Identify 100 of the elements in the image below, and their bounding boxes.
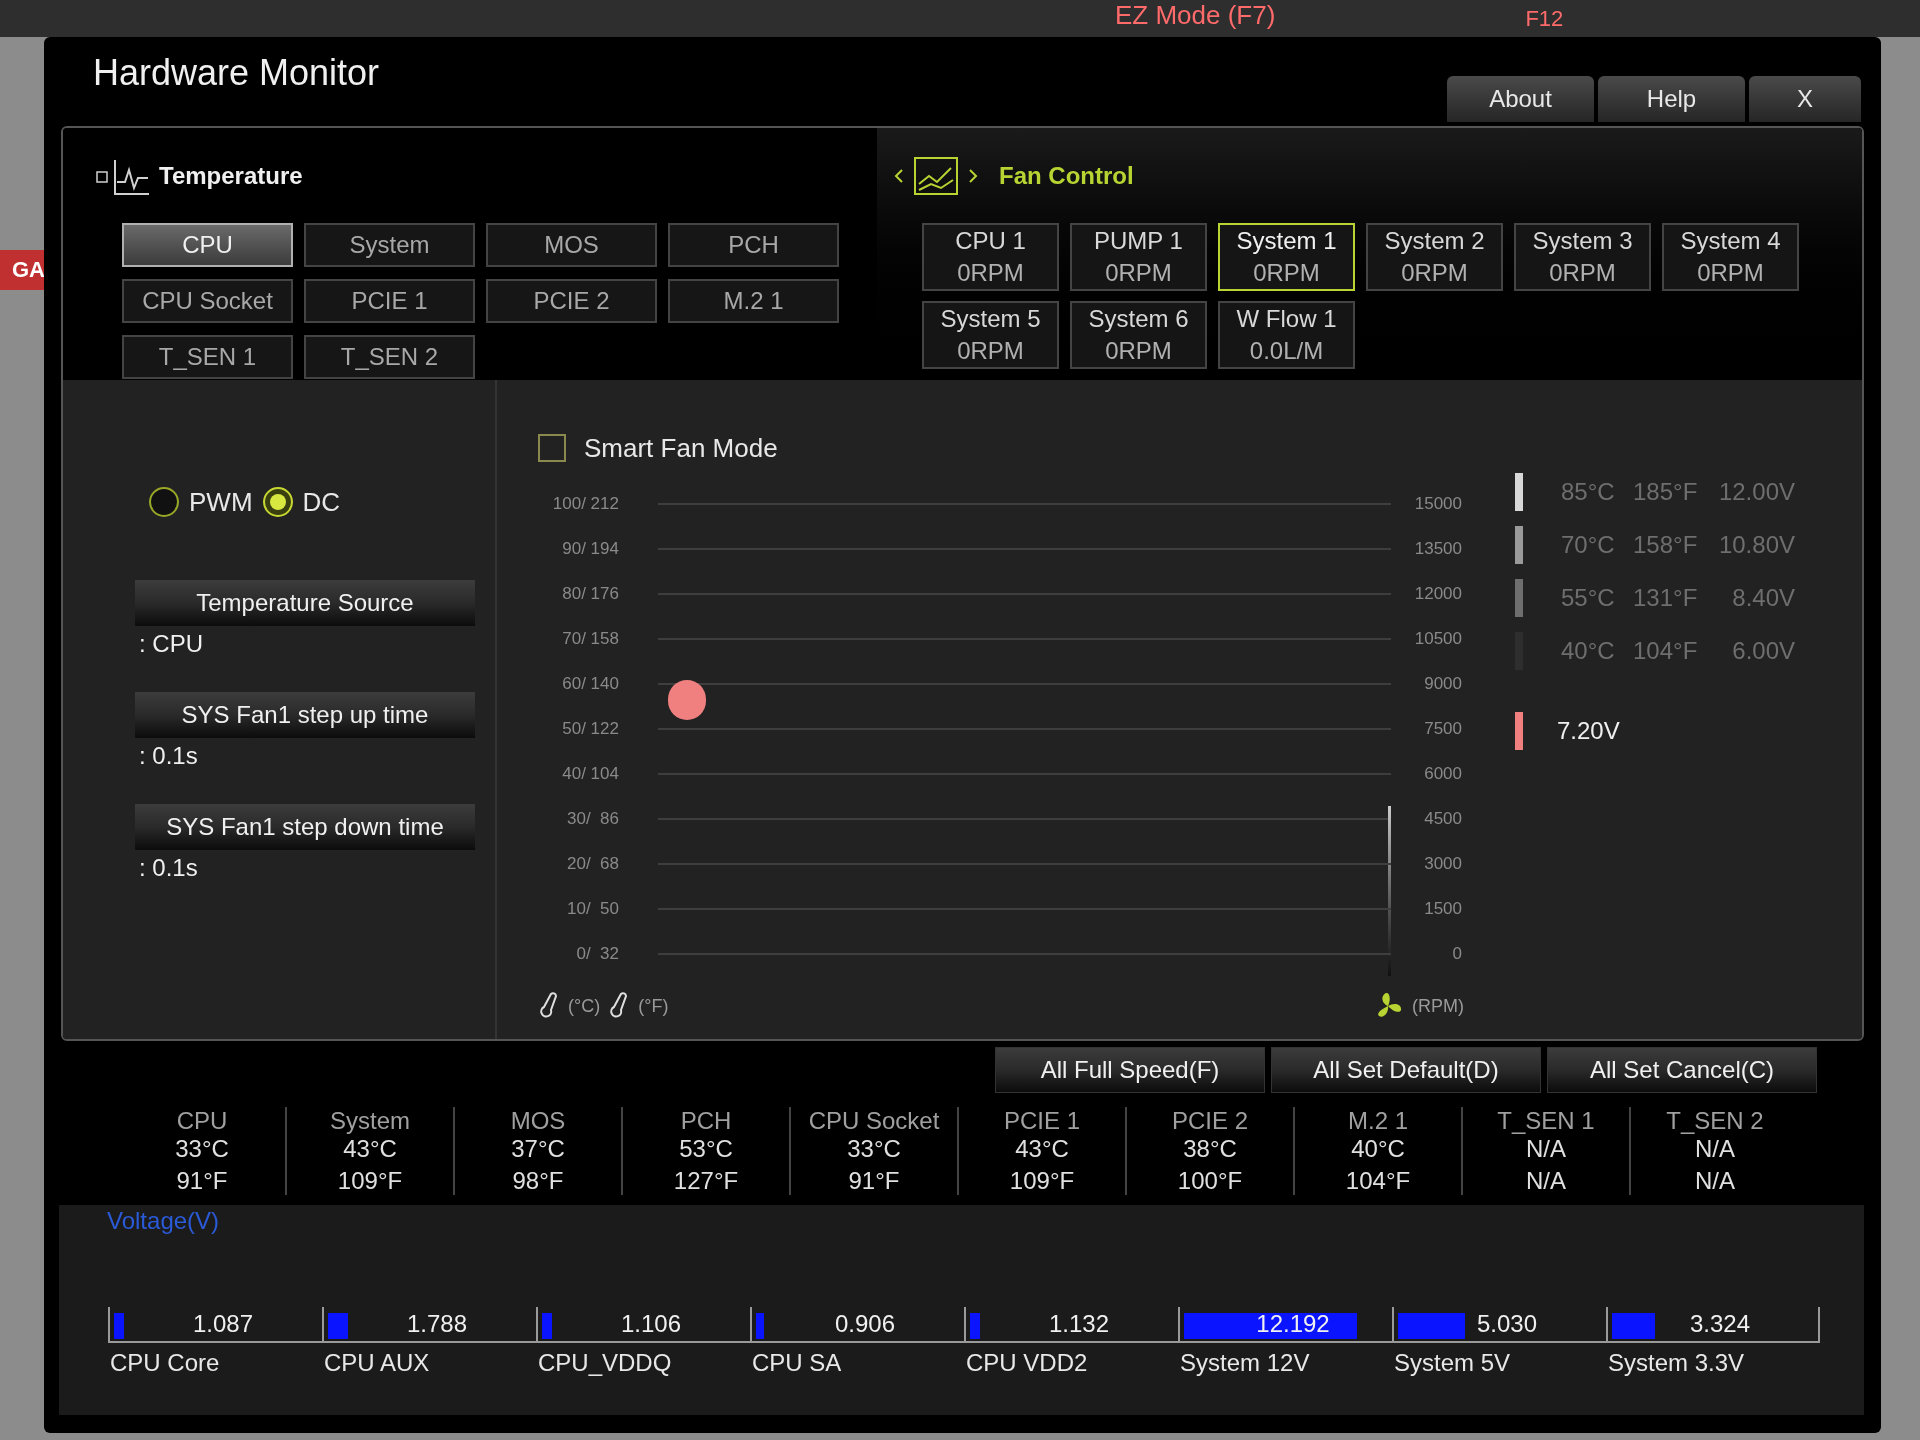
voltage-value: 5.030 xyxy=(1476,1309,1538,1339)
radio-option[interactable]: DC xyxy=(262,482,341,522)
reading-name: M.2 1 xyxy=(1348,1107,1408,1135)
chevron-left-icon[interactable] xyxy=(893,166,905,185)
fan-tab[interactable]: System 6 0RPM xyxy=(1070,301,1207,369)
rail-name: System 12V xyxy=(1179,1348,1311,1378)
rail-name: CPU_VDDQ xyxy=(537,1348,673,1378)
sensor-tab[interactable]: CPU xyxy=(122,223,293,267)
voltage-value: 1.106 xyxy=(620,1309,682,1339)
legend-celsius: 85°C xyxy=(1561,477,1616,507)
reading-celsius: 40°C xyxy=(1351,1135,1405,1163)
setting-value: : 0.1s xyxy=(138,742,199,770)
action-button[interactable]: All Set Cancel(C) xyxy=(1547,1047,1817,1093)
reading-name: PCIE 1 xyxy=(1004,1107,1080,1135)
unit-label: (RPM) xyxy=(1412,994,1464,1018)
sensor-tab[interactable]: CPU Socket xyxy=(122,279,293,323)
axis-label: 80/ 176 xyxy=(561,582,619,605)
reading-fahrenheit: 109°F xyxy=(337,1167,403,1195)
reading-name: T_SEN 1 xyxy=(1497,1107,1595,1135)
chevron-right-icon[interactable] xyxy=(967,166,979,185)
axis-label: 9000 xyxy=(1423,672,1462,695)
setting-value: : 0.1s xyxy=(138,854,199,882)
setting-button[interactable]: SYS Fan1 step down time xyxy=(135,804,475,850)
header-button[interactable]: Help xyxy=(1598,76,1745,122)
reading-name: CPU Socket xyxy=(808,1107,940,1135)
axis-label: 15000 xyxy=(1413,492,1462,515)
legend-fahrenheit: 131°F xyxy=(1633,583,1699,613)
axis-label: 60/ 140 xyxy=(561,672,619,695)
legend-voltage: 10.80V xyxy=(1717,530,1795,560)
axis-label: 40/ 104 xyxy=(561,762,619,785)
reading-fahrenheit: 104°F xyxy=(1345,1167,1411,1195)
fan-tab[interactable]: W Flow 1 0.0L/M xyxy=(1218,301,1355,369)
reading-fahrenheit: 91°F xyxy=(176,1167,228,1195)
action-button[interactable]: All Full Speed(F) xyxy=(995,1047,1265,1093)
voltage-value: 1.087 xyxy=(192,1309,254,1339)
close-button[interactable]: X xyxy=(1749,76,1861,122)
fan-tab[interactable]: System 4 0RPM xyxy=(1662,223,1799,291)
panel-title: Voltage(V) xyxy=(106,1206,221,1235)
reading-fahrenheit: 127°F xyxy=(673,1167,739,1195)
sensor-tab[interactable]: MOS xyxy=(486,223,657,267)
reading-name: PCIE 2 xyxy=(1172,1107,1248,1135)
mode-label[interactable]: EZ Mode (F7) xyxy=(1115,0,1276,30)
checkbox[interactable] xyxy=(538,434,566,462)
reading-fahrenheit: 91°F xyxy=(848,1167,900,1195)
unit-label: (°F) xyxy=(638,994,669,1018)
setting-button[interactable]: SYS Fan1 step up time xyxy=(135,692,475,738)
reading-celsius: N/A xyxy=(1526,1135,1566,1163)
fan-tab[interactable]: System 3 0RPM xyxy=(1514,223,1651,291)
setting-value: : CPU xyxy=(138,630,204,658)
legend-voltage: 12.00V xyxy=(1717,477,1795,507)
reading-name: T_SEN 2 xyxy=(1666,1107,1764,1135)
axis-label: 3000 xyxy=(1423,852,1462,875)
fan-tab[interactable]: PUMP 1 0RPM xyxy=(1070,223,1207,291)
action-button[interactable]: All Set Default(D) xyxy=(1271,1047,1541,1093)
fan-tab[interactable]: System 2 0RPM xyxy=(1366,223,1503,291)
curve-point[interactable] xyxy=(668,680,706,720)
axis-label: 100/ 212 xyxy=(551,492,619,515)
reading-name: MOS xyxy=(510,1107,566,1135)
fan-tab[interactable]: System 1 0RPM xyxy=(1218,223,1355,291)
axis-label: 0 xyxy=(1451,942,1462,965)
reading-celsius: 43°C xyxy=(1015,1135,1069,1163)
reading-fahrenheit: 109°F xyxy=(1009,1167,1075,1195)
sensor-tab[interactable]: T_SEN 2 xyxy=(304,335,475,379)
sensor-tab[interactable]: PCH xyxy=(668,223,839,267)
voltage-value: 12.192 xyxy=(1256,1309,1330,1339)
reading-celsius: 38°C xyxy=(1183,1135,1237,1163)
fan-tab[interactable]: CPU 1 0RPM xyxy=(922,223,1059,291)
legend-fahrenheit: 158°F xyxy=(1633,530,1699,560)
sensor-tab[interactable]: PCIE 2 xyxy=(486,279,657,323)
sensor-tab[interactable]: M.2 1 xyxy=(668,279,839,323)
header-button[interactable]: About xyxy=(1447,76,1594,122)
rail-name: CPU AUX xyxy=(323,1348,431,1378)
legend-fahrenheit: 104°F xyxy=(1633,636,1699,666)
checkbox-label: Smart Fan Mode xyxy=(584,431,778,465)
voltage-value: 1.132 xyxy=(1048,1309,1110,1339)
axis-label: 50/ 122 xyxy=(561,717,619,740)
setting-button[interactable]: Temperature Source xyxy=(135,580,475,626)
rail-name: CPU SA xyxy=(751,1348,843,1378)
reading-name: CPU xyxy=(176,1107,228,1135)
radio-button[interactable] xyxy=(149,487,179,517)
axis-label: 30/ 86 xyxy=(566,807,619,830)
axis-label: 4500 xyxy=(1423,807,1462,830)
axis-label: 10500 xyxy=(1413,627,1462,650)
voltage-value: 3.324 xyxy=(1689,1309,1751,1339)
side-tab[interactable]: GA xyxy=(0,250,44,290)
reading-celsius: 33°C xyxy=(175,1135,229,1163)
fan-chart-icon xyxy=(913,155,959,196)
sensor-tab[interactable]: T_SEN 1 xyxy=(122,335,293,379)
hotkey-label[interactable]: F12 xyxy=(1525,0,1564,37)
legend-voltage: 6.00V xyxy=(1731,636,1795,666)
axis-label: 90/ 194 xyxy=(561,537,619,560)
reading-celsius: 37°C xyxy=(511,1135,565,1163)
axis-label: 10/ 50 xyxy=(566,897,619,920)
sensor-tab[interactable]: PCIE 1 xyxy=(304,279,475,323)
section-title: Fan Control xyxy=(999,160,1134,191)
sensor-tab[interactable]: System xyxy=(304,223,475,267)
fan-tab[interactable]: System 5 0RPM xyxy=(922,301,1059,369)
reading-celsius: 43°C xyxy=(343,1135,397,1163)
radio-option[interactable]: PWM xyxy=(149,482,253,522)
radio-button[interactable] xyxy=(262,487,293,517)
